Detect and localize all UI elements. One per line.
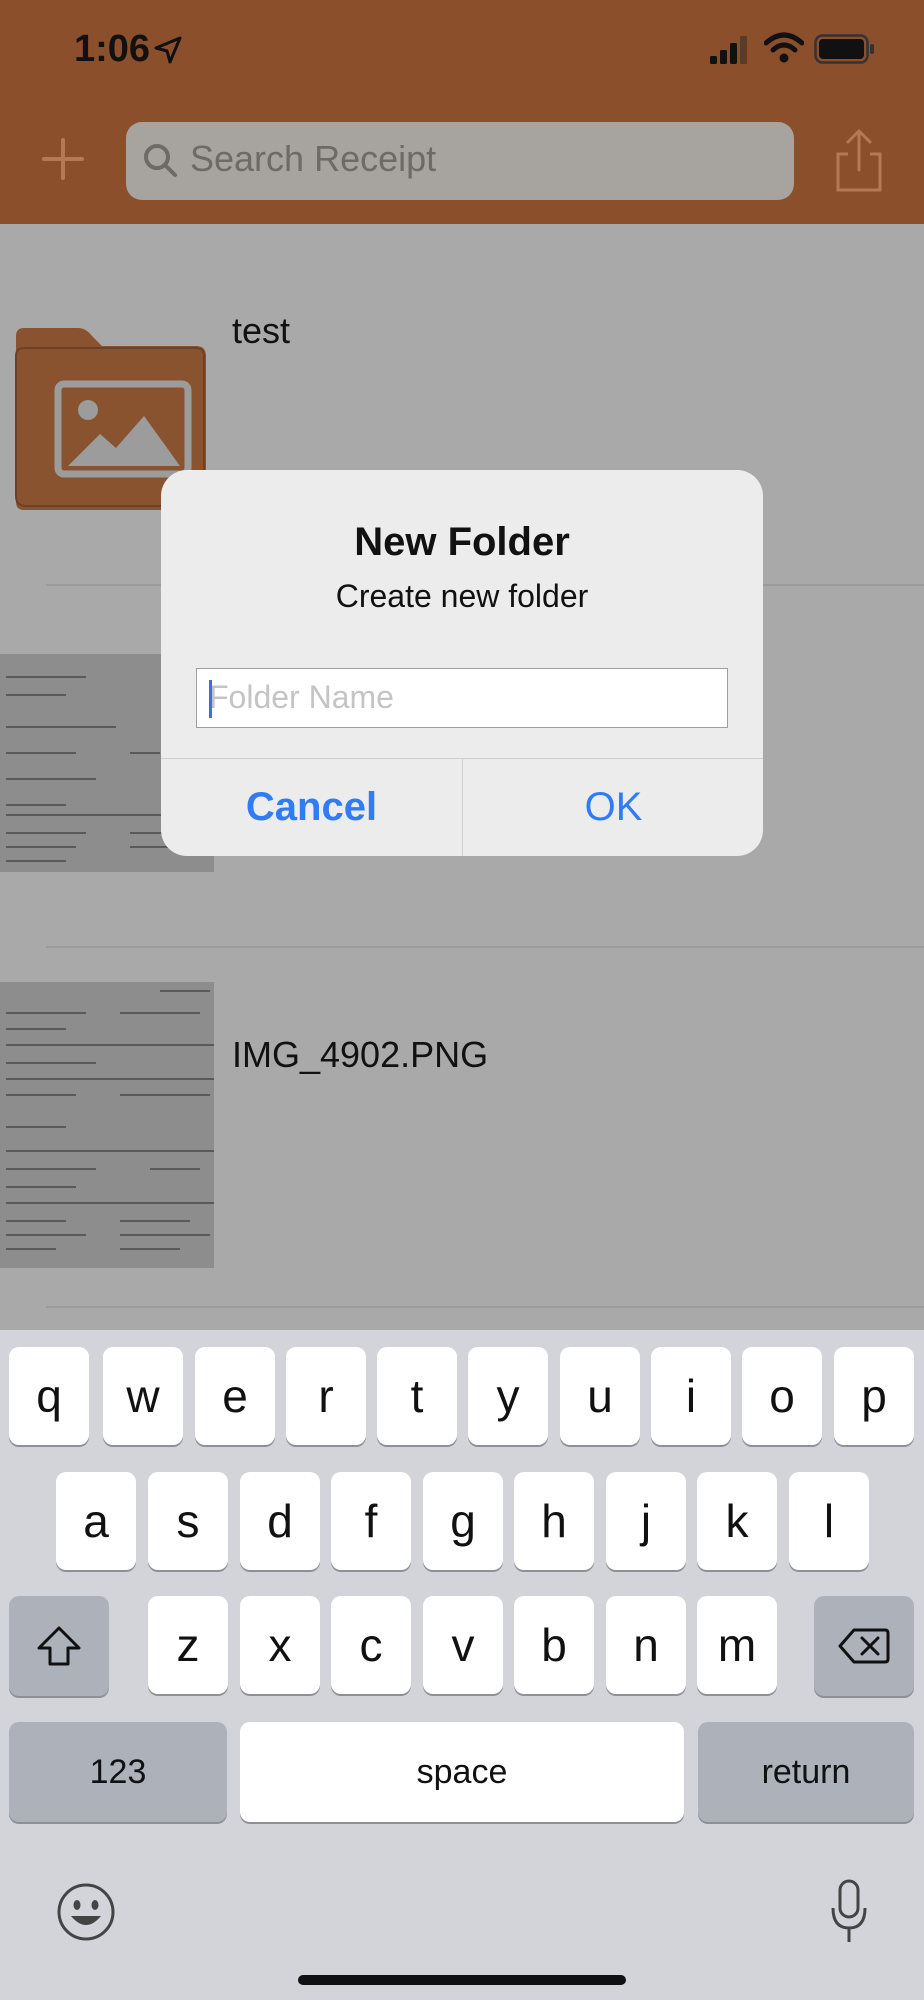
shift-icon bbox=[37, 1626, 81, 1666]
location-arrow-icon bbox=[154, 36, 182, 64]
key-y[interactable]: y bbox=[468, 1347, 548, 1445]
key-i[interactable]: i bbox=[651, 1347, 731, 1445]
key-c[interactable]: c bbox=[331, 1596, 411, 1694]
receipt-thumbnail bbox=[0, 982, 214, 1268]
keyboard: q w e r t y u i o p a s d f g h j k l z … bbox=[0, 1330, 924, 2000]
key-a[interactable]: a bbox=[56, 1472, 136, 1570]
key-v[interactable]: v bbox=[423, 1596, 503, 1694]
key-b[interactable]: b bbox=[514, 1596, 594, 1694]
list-item-label: IMG_4902.PNG bbox=[232, 1034, 489, 1075]
key-t[interactable]: t bbox=[377, 1347, 457, 1445]
divider bbox=[46, 1306, 924, 1308]
key-h[interactable]: h bbox=[514, 1472, 594, 1570]
dialog-title: New Folder bbox=[354, 520, 570, 564]
key-u[interactable]: u bbox=[560, 1347, 640, 1445]
status-time: 1:06 bbox=[74, 28, 151, 70]
search-icon bbox=[144, 144, 177, 177]
key-o[interactable]: o bbox=[742, 1347, 822, 1445]
key-w[interactable]: w bbox=[103, 1347, 183, 1445]
shift-key[interactable] bbox=[9, 1596, 109, 1696]
key-r[interactable]: r bbox=[286, 1347, 366, 1445]
divider bbox=[46, 946, 924, 948]
numbers-key[interactable]: 123 bbox=[9, 1722, 227, 1822]
backspace-key[interactable] bbox=[814, 1596, 914, 1696]
text-caret bbox=[209, 680, 212, 718]
ok-button[interactable]: OK bbox=[463, 758, 763, 856]
key-q[interactable]: q bbox=[9, 1347, 89, 1445]
folder-name-input[interactable]: Folder Name bbox=[196, 668, 728, 728]
wifi-icon bbox=[764, 32, 804, 63]
new-folder-dialog: New Folder Create new folder Folder Name… bbox=[161, 470, 763, 856]
list-item-label: test bbox=[232, 310, 291, 351]
backspace-icon bbox=[838, 1628, 890, 1664]
app-header: 1:06 Search Receipt bbox=[0, 0, 924, 224]
emoji-icon[interactable] bbox=[56, 1882, 116, 1942]
cellular-signal-icon bbox=[710, 36, 747, 64]
home-indicator[interactable] bbox=[298, 1975, 626, 1985]
return-key[interactable]: return bbox=[698, 1722, 914, 1822]
key-n[interactable]: n bbox=[606, 1596, 686, 1694]
key-g[interactable]: g bbox=[423, 1472, 503, 1570]
key-l[interactable]: l bbox=[789, 1472, 869, 1570]
key-d[interactable]: d bbox=[240, 1472, 320, 1570]
key-k[interactable]: k bbox=[697, 1472, 777, 1570]
battery-icon bbox=[814, 34, 874, 64]
key-f[interactable]: f bbox=[331, 1472, 411, 1570]
folder-name-placeholder: Folder Name bbox=[209, 679, 394, 715]
key-m[interactable]: m bbox=[697, 1596, 777, 1694]
key-s[interactable]: s bbox=[148, 1472, 228, 1570]
share-icon[interactable] bbox=[834, 128, 884, 194]
search-input[interactable]: Search Receipt bbox=[190, 138, 436, 180]
space-key[interactable]: space bbox=[240, 1722, 684, 1822]
key-e[interactable]: e bbox=[195, 1347, 275, 1445]
cancel-button[interactable]: Cancel bbox=[161, 758, 462, 856]
dialog-message: Create new folder bbox=[335, 578, 589, 614]
key-z[interactable]: z bbox=[148, 1596, 228, 1694]
plus-icon[interactable] bbox=[38, 134, 88, 184]
key-x[interactable]: x bbox=[240, 1596, 320, 1694]
key-j[interactable]: j bbox=[606, 1472, 686, 1570]
microphone-icon[interactable] bbox=[830, 1878, 868, 1948]
key-p[interactable]: p bbox=[834, 1347, 914, 1445]
